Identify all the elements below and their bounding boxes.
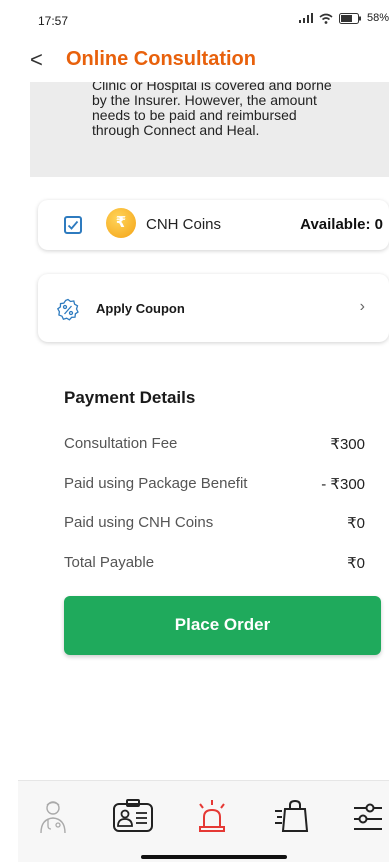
coins-available: Available: 0 bbox=[300, 216, 383, 233]
chevron-right-icon: › bbox=[359, 298, 365, 315]
status-time: 17:57 bbox=[38, 14, 69, 28]
page-title: Online Consultation bbox=[66, 48, 256, 70]
apply-coupon-card[interactable]: Apply Coupon › bbox=[38, 274, 389, 342]
wifi-icon bbox=[319, 13, 333, 24]
cnh-coins-checkbox[interactable] bbox=[64, 216, 82, 234]
battery-level: 58% bbox=[366, 12, 389, 24]
apply-coupon-label: Apply Coupon bbox=[96, 301, 185, 316]
place-order-button[interactable]: Place Order bbox=[64, 596, 381, 655]
cnh-coins-card: ₹ CNH Coins Available: 0 bbox=[38, 200, 389, 250]
payment-row-value: ₹0 bbox=[347, 515, 365, 532]
payment-row-label: Total Payable bbox=[64, 554, 155, 571]
payment-row-label: Paid using Package Benefit bbox=[64, 475, 248, 492]
payment-details-title: Payment Details bbox=[64, 388, 196, 407]
payment-row-value: ₹0 bbox=[347, 555, 365, 572]
settings-sliders-icon[interactable] bbox=[352, 799, 384, 831]
payment-row-value: ₹300 bbox=[330, 436, 365, 453]
info-line: through Connect and Heal. bbox=[92, 122, 260, 138]
payment-row-label: Consultation Fee bbox=[64, 435, 178, 452]
status-icons: 58% bbox=[298, 12, 389, 24]
status-bar: 17:57 58% bbox=[0, 0, 389, 40]
coin-icon: ₹ bbox=[106, 208, 136, 238]
shopping-bag-icon[interactable] bbox=[274, 799, 310, 833]
coupon-icon bbox=[56, 298, 79, 321]
battery-icon bbox=[338, 12, 361, 24]
bottom-nav bbox=[18, 780, 389, 862]
home-indicator bbox=[141, 855, 287, 859]
back-button[interactable]: < bbox=[30, 48, 43, 72]
info-line: by the Insurer. However, the amount bbox=[92, 92, 317, 108]
coverage-info-box: Clinic or Hospital is covered and borne … bbox=[30, 82, 389, 177]
payment-row-label: Paid using CNH Coins bbox=[64, 514, 214, 531]
emergency-alarm-icon[interactable] bbox=[196, 799, 228, 833]
coverage-info-text: Clinic or Hospital is covered and borne … bbox=[92, 82, 382, 138]
signal-icon bbox=[298, 13, 313, 23]
app-header: < Online Consultation bbox=[0, 42, 389, 82]
doctor-icon[interactable] bbox=[38, 799, 68, 835]
id-card-icon[interactable] bbox=[112, 799, 154, 833]
payment-row-value: - ₹300 bbox=[321, 476, 365, 493]
cnh-coins-label: CNH Coins bbox=[146, 216, 222, 233]
checkmark-icon bbox=[67, 220, 79, 230]
info-line: needs to be paid and reimbursed bbox=[92, 107, 297, 123]
